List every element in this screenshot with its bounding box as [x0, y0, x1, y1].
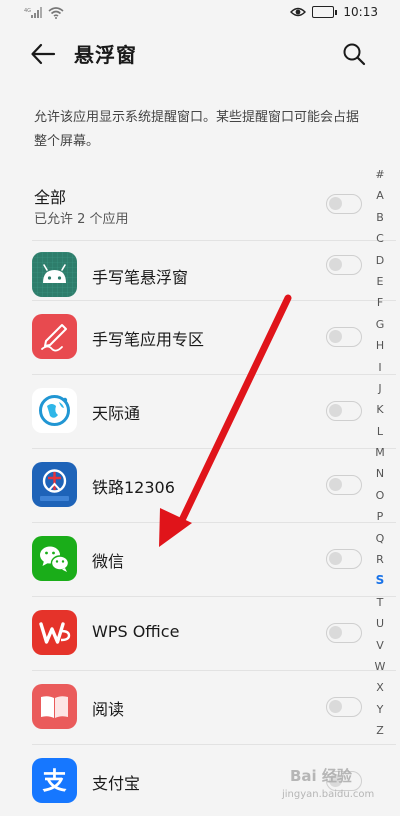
- alphabet-index-letter[interactable]: C: [370, 228, 390, 249]
- wechat-icon: [32, 536, 77, 581]
- app-toggle[interactable]: [326, 475, 362, 495]
- app-name: 天际通: [92, 404, 141, 423]
- app-toggle[interactable]: [326, 255, 362, 275]
- alphabet-index-letter[interactable]: V: [370, 635, 390, 656]
- baidu-watermark: Bai 经验: [290, 767, 352, 785]
- app-name: 微信: [92, 552, 125, 571]
- status-left: 4G: [24, 7, 64, 19]
- page-title: 悬浮窗: [74, 43, 137, 67]
- status-right: 10:13: [290, 5, 378, 19]
- divider: [32, 522, 396, 523]
- alphabet-index-letter[interactable]: K: [370, 399, 390, 420]
- divider: [32, 596, 396, 597]
- app-name: 阅读: [92, 700, 125, 719]
- alphabet-index-letter[interactable]: I: [370, 357, 390, 378]
- app-name: WPS Office: [92, 622, 180, 641]
- app-row-tianjitong: 天际通: [0, 376, 370, 449]
- alphabet-index-letter[interactable]: #: [370, 164, 390, 185]
- alphabet-index-letter[interactable]: X: [370, 677, 390, 698]
- railway-icon: [32, 462, 77, 507]
- search-icon[interactable]: [342, 42, 366, 66]
- alphabet-index-letter[interactable]: T: [370, 592, 390, 613]
- all-apps-title: 全部: [34, 188, 67, 207]
- app-name: 手写笔应用专区: [92, 330, 205, 349]
- alphabet-index-letter[interactable]: H: [370, 335, 390, 356]
- app-name: 手写笔悬浮窗: [92, 268, 189, 287]
- alphabet-index-letter[interactable]: R: [370, 549, 390, 570]
- alphabet-index-letter[interactable]: F: [370, 292, 390, 313]
- status-bar: 4G 10:13: [0, 0, 400, 28]
- app-toggle[interactable]: [326, 697, 362, 717]
- app-row-wps: WPS Office: [0, 598, 370, 671]
- baidu-watermark-url: jingyan.baidu.com: [282, 789, 375, 800]
- alphabet-index-letter[interactable]: U: [370, 613, 390, 634]
- alphabet-index-letter[interactable]: L: [370, 421, 390, 442]
- clock: 10:13: [343, 5, 378, 19]
- app-row-railway: 铁路12306: [0, 450, 370, 523]
- app-name: 支付宝: [92, 774, 141, 793]
- app-name: 铁路12306: [92, 478, 175, 497]
- divider: [32, 448, 396, 449]
- eye-comfort-icon: [290, 7, 307, 17]
- alphabet-index-letter[interactable]: Z: [370, 720, 390, 741]
- alphabet-index[interactable]: # A B C D E F G H I J K L M N O P Q R S T U V W X Y Z: [370, 164, 390, 742]
- svg-text:支: 支: [43, 767, 68, 795]
- divider: [32, 670, 396, 671]
- description-text: 允许该应用显示系统提醒窗口。某些提醒窗口可能会占据整个屏幕。: [34, 110, 360, 149]
- wifi-icon: [48, 7, 64, 19]
- app-toggle[interactable]: [326, 401, 362, 421]
- alphabet-index-letter[interactable]: G: [370, 314, 390, 335]
- wps-icon: [32, 610, 77, 655]
- all-apps-toggle[interactable]: [326, 194, 362, 214]
- app-row-wechat: 微信: [0, 524, 370, 597]
- alphabet-index-letter[interactable]: M: [370, 442, 390, 463]
- back-arrow-icon[interactable]: [30, 42, 56, 66]
- app-toggle[interactable]: [326, 327, 362, 347]
- alphabet-index-letter[interactable]: D: [370, 250, 390, 271]
- app-toggle[interactable]: [326, 549, 362, 569]
- alphabet-index-letter[interactable]: Q: [370, 528, 390, 549]
- app-row-reader: 阅读: [0, 672, 370, 745]
- divider: [32, 374, 396, 375]
- app-bar: 悬浮窗: [0, 28, 400, 80]
- alphabet-index-letter[interactable]: A: [370, 185, 390, 206]
- app-row-stylus-zone: 手写笔应用专区: [0, 302, 370, 375]
- app-toggle[interactable]: [326, 623, 362, 643]
- book-icon: [32, 684, 77, 729]
- battery-icon: [312, 6, 338, 18]
- alphabet-index-letter[interactable]: Y: [370, 699, 390, 720]
- alphabet-index-letter[interactable]: S: [370, 570, 390, 591]
- allowed-count: 已允许 2 个应用: [34, 212, 129, 227]
- alphabet-index-letter[interactable]: W: [370, 656, 390, 677]
- network-type: 4G: [24, 8, 31, 14]
- alphabet-index-letter[interactable]: E: [370, 271, 390, 292]
- divider: [32, 744, 396, 745]
- alphabet-index-letter[interactable]: O: [370, 485, 390, 506]
- globe-icon: [32, 388, 77, 433]
- alipay-icon: 支: [32, 758, 77, 803]
- signal-icon: 4G: [24, 7, 42, 18]
- alphabet-index-letter[interactable]: B: [370, 207, 390, 228]
- all-apps-row: 全部 已允许 2 个应用: [0, 180, 370, 240]
- alphabet-index-letter[interactable]: P: [370, 506, 390, 527]
- alphabet-index-letter[interactable]: J: [370, 378, 390, 399]
- divider: [32, 300, 396, 301]
- alphabet-index-letter[interactable]: N: [370, 463, 390, 484]
- stylus-icon: [32, 314, 77, 359]
- android-icon: [32, 252, 77, 297]
